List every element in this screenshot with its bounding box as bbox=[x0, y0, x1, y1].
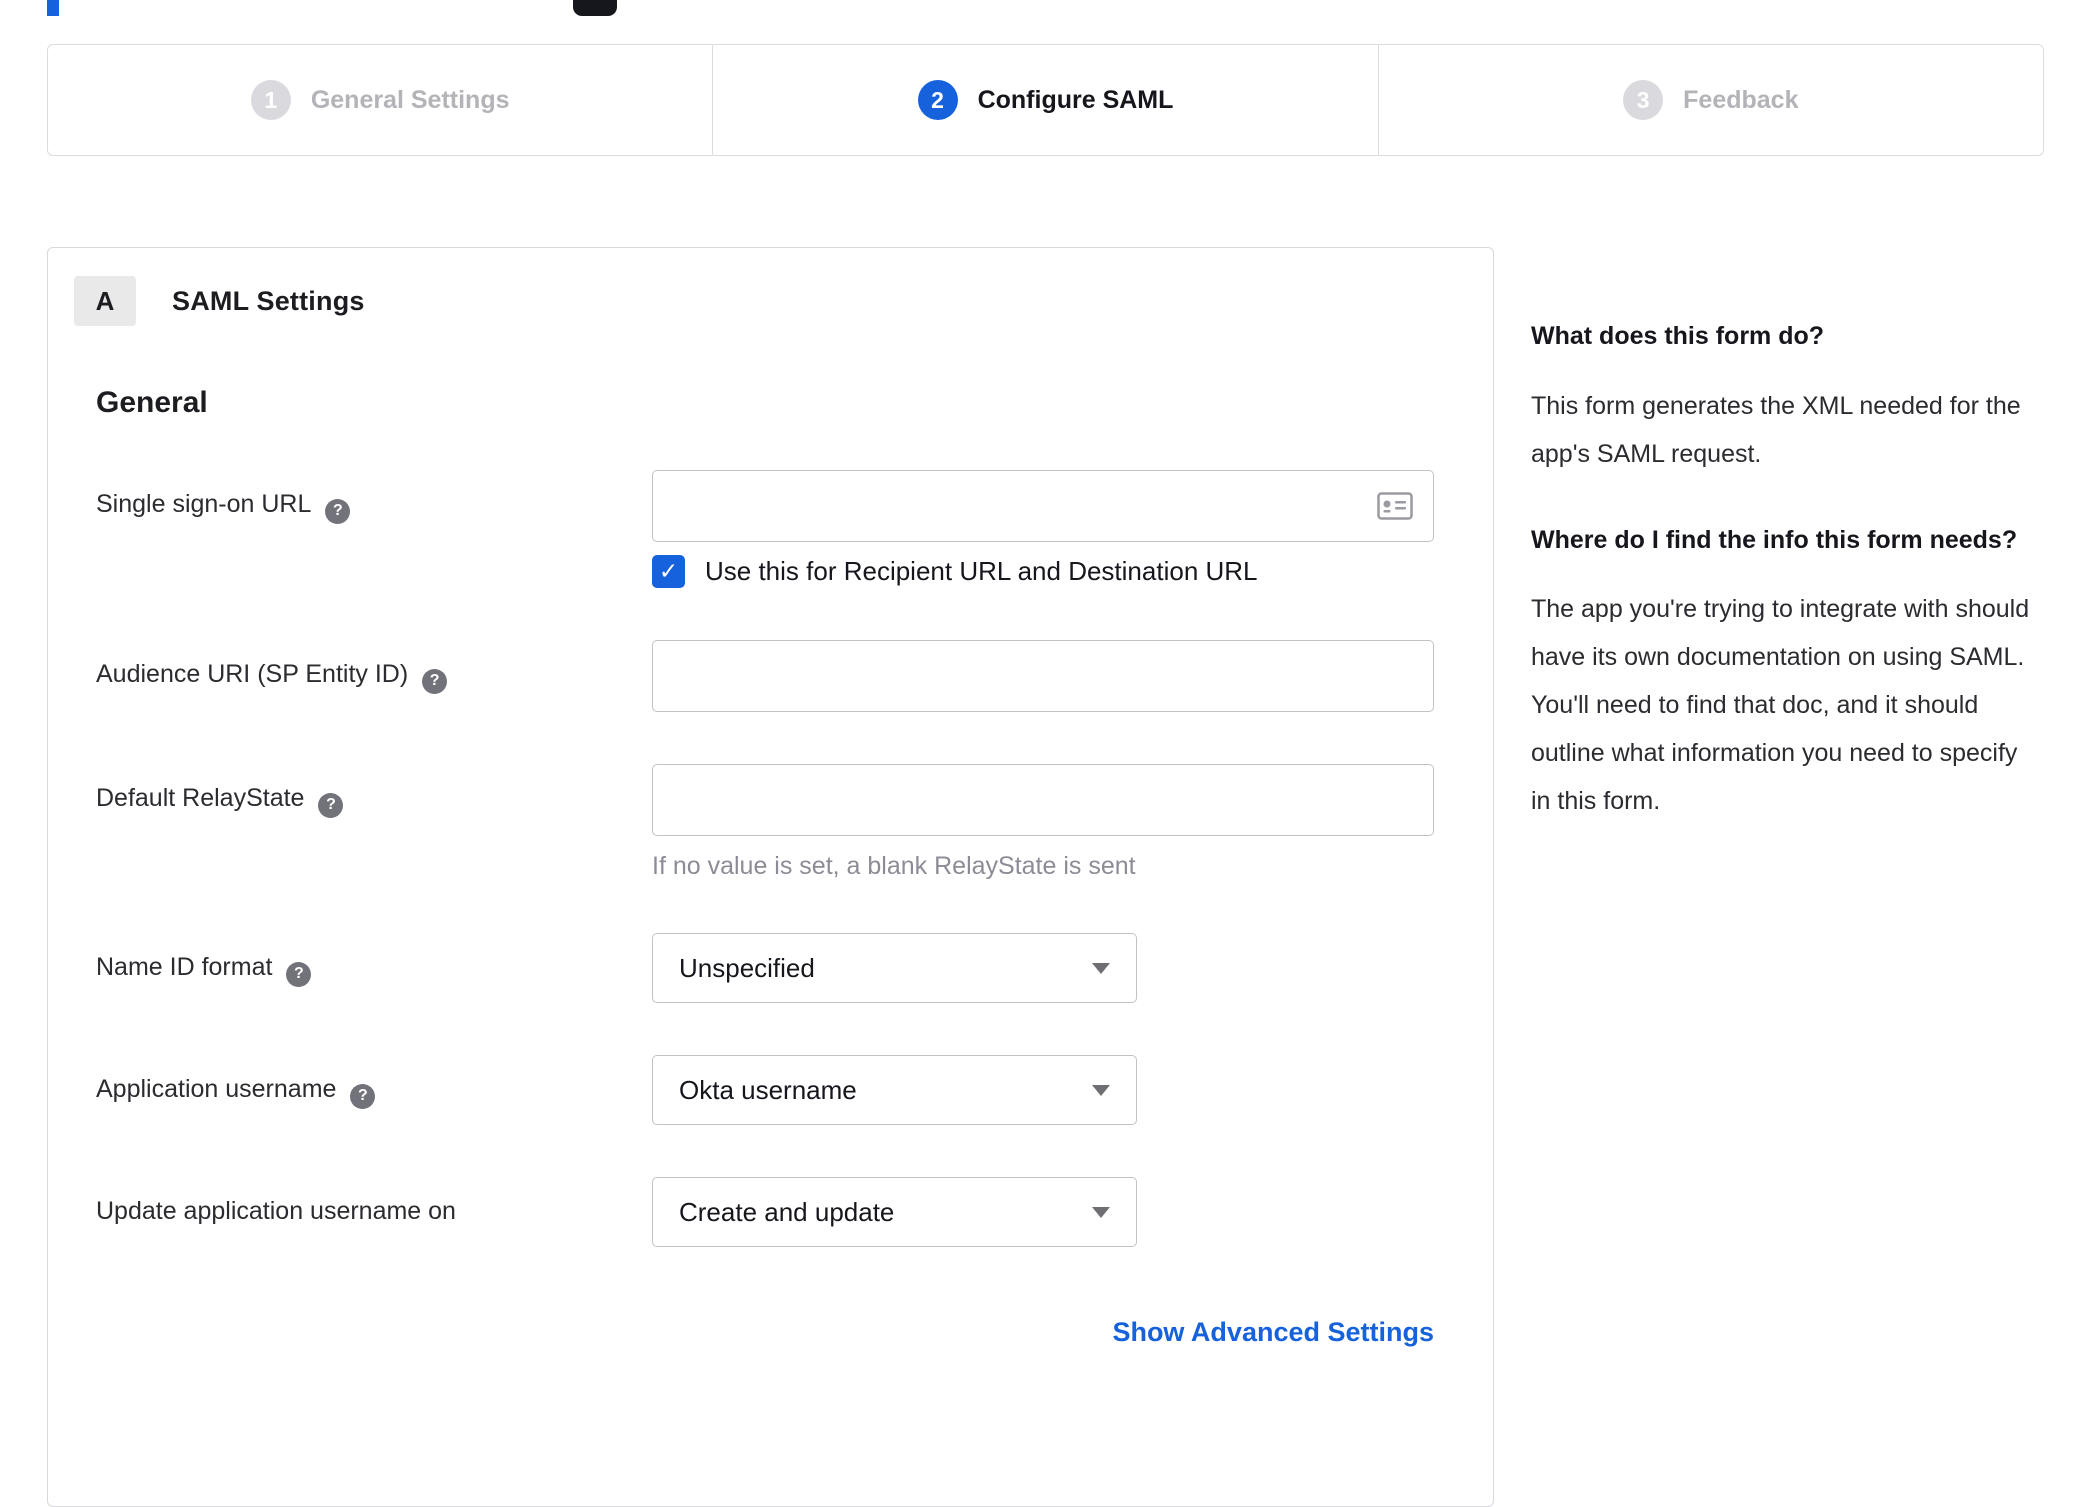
step-number-badge: 3 bbox=[1623, 80, 1664, 120]
step-label: General Settings bbox=[310, 85, 510, 114]
header-fragment-blue bbox=[47, 0, 59, 16]
sso-url-label: Single sign-on URL? bbox=[96, 470, 652, 588]
sidebar-answer-2: The app you're trying to integrate with … bbox=[1531, 595, 2030, 815]
sso-url-input[interactable] bbox=[652, 470, 1434, 542]
chevron-down-icon bbox=[1092, 1084, 1110, 1096]
recipient-url-checkbox-label: Use this for Recipient URL and Destinati… bbox=[705, 556, 1258, 586]
update-username-value: Create and update bbox=[679, 1196, 895, 1227]
step-feedback[interactable]: 3 Feedback bbox=[1377, 45, 2043, 155]
sso-url-label-text: Single sign-on URL bbox=[96, 490, 312, 518]
relaystate-input[interactable] bbox=[652, 764, 1434, 836]
step-number-badge: 1 bbox=[250, 80, 291, 120]
help-sidebar: What does this form do? This form genera… bbox=[1531, 318, 2031, 869]
nameid-format-value: Unspecified bbox=[679, 952, 815, 983]
sso-recipient-checkbox-row: ✓ Use this for Recipient URL and Destina… bbox=[652, 555, 1434, 588]
wizard-stepper: 1 General Settings 2 Configure SAML 3 Fe… bbox=[47, 44, 2044, 156]
header-fragment-dark bbox=[573, 0, 617, 16]
field-row-sso: Single sign-on URL? ✓ Use this for Recip… bbox=[96, 470, 1493, 588]
step-general-settings[interactable]: 1 General Settings bbox=[48, 45, 712, 155]
panel-title: SAML Settings bbox=[172, 285, 365, 316]
saml-form: Single sign-on URL? ✓ Use this for Recip… bbox=[74, 470, 1493, 1348]
step-number-badge: 2 bbox=[917, 80, 958, 120]
app-username-label: Application username? bbox=[96, 1055, 652, 1125]
sidebar-question-1: What does this form do? bbox=[1531, 322, 1825, 350]
audience-uri-label-text: Audience URI (SP Entity ID) bbox=[96, 660, 409, 688]
chevron-down-icon bbox=[1092, 1206, 1110, 1218]
relaystate-hint: If no value is set, a blank RelayState i… bbox=[652, 852, 1136, 880]
general-section-heading: General bbox=[96, 386, 208, 419]
help-icon[interactable]: ? bbox=[422, 668, 448, 694]
field-row-update-username: Update application username on Create an… bbox=[96, 1177, 1493, 1247]
app-username-label-text: Application username bbox=[96, 1075, 337, 1103]
update-username-label: Update application username on bbox=[96, 1177, 652, 1247]
relaystate-label: Default RelayState? bbox=[96, 764, 652, 881]
field-row-appusername: Application username? Okta username bbox=[96, 1055, 1493, 1125]
audience-uri-label: Audience URI (SP Entity ID)? bbox=[96, 640, 652, 712]
step-label: Feedback bbox=[1683, 85, 1799, 114]
step-configure-saml[interactable]: 2 Configure SAML bbox=[712, 45, 1377, 155]
field-row-relaystate: Default RelayState? If no value is set, … bbox=[96, 764, 1493, 881]
saml-settings-panel: A SAML Settings General Single sign-on U… bbox=[47, 247, 1494, 1507]
help-icon[interactable]: ? bbox=[350, 1083, 376, 1109]
nameid-format-label: Name ID format? bbox=[96, 933, 652, 1003]
nameid-format-label-text: Name ID format bbox=[96, 953, 273, 981]
audience-uri-input[interactable] bbox=[652, 640, 1434, 712]
help-icon[interactable]: ? bbox=[325, 498, 351, 524]
sidebar-question-2: Where do I find the info this form needs… bbox=[1531, 525, 2018, 554]
update-username-label-text: Update application username on bbox=[96, 1197, 456, 1225]
show-advanced-settings-link[interactable]: Show Advanced Settings bbox=[1112, 1317, 1434, 1347]
app-username-select[interactable]: Okta username bbox=[652, 1055, 1137, 1125]
chevron-down-icon bbox=[1092, 962, 1110, 974]
section-a-badge: A bbox=[74, 276, 136, 326]
update-username-select[interactable]: Create and update bbox=[652, 1177, 1137, 1247]
field-row-audience: Audience URI (SP Entity ID)? bbox=[96, 640, 1493, 712]
help-icon[interactable]: ? bbox=[286, 961, 312, 987]
field-row-nameid: Name ID format? Unspecified bbox=[96, 933, 1493, 1003]
relaystate-label-text: Default RelayState bbox=[96, 784, 305, 812]
help-icon[interactable]: ? bbox=[318, 792, 344, 818]
step-label: Configure SAML bbox=[977, 85, 1174, 114]
nameid-format-select[interactable]: Unspecified bbox=[652, 933, 1137, 1003]
contact-card-icon[interactable] bbox=[1377, 492, 1413, 520]
recipient-url-checkbox[interactable]: ✓ bbox=[652, 555, 685, 588]
sidebar-answer-1: This form generates the XML needed for t… bbox=[1531, 391, 2021, 468]
app-username-value: Okta username bbox=[679, 1074, 857, 1105]
